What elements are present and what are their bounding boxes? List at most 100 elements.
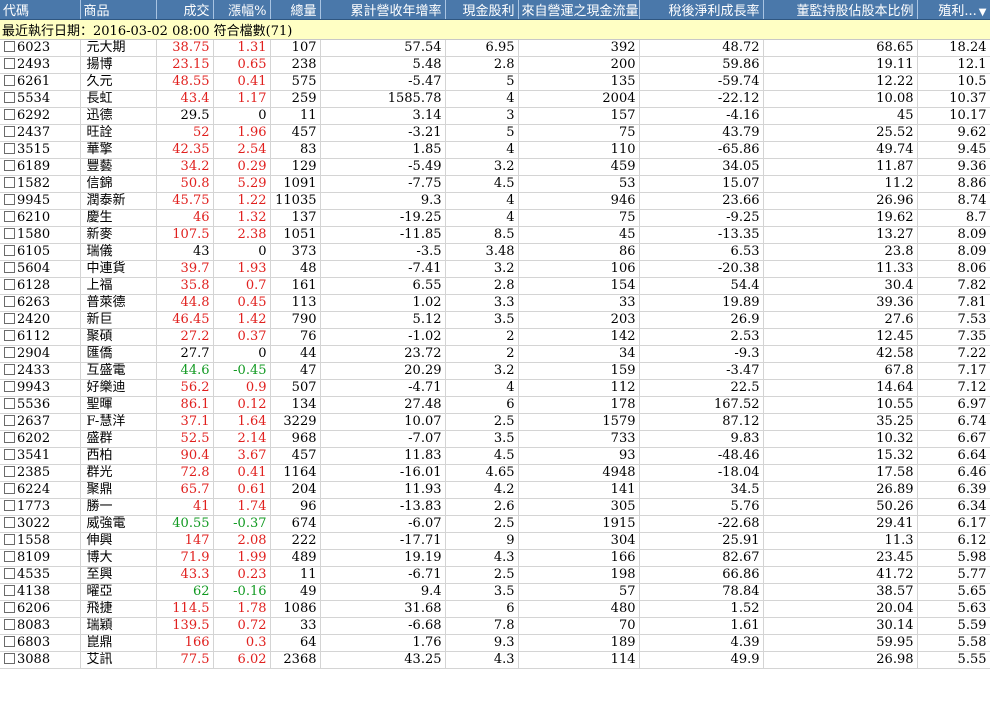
header-code[interactable]: 代碼 <box>0 0 81 20</box>
table-row[interactable]: 2904 匯僑 27.7 0 44 23.72 2 34 -9.3 42.58 7.22 <box>0 345 990 363</box>
cell-code[interactable]: 6202 <box>0 430 81 448</box>
row-checkbox[interactable] <box>4 551 15 562</box>
row-checkbox[interactable] <box>4 160 15 171</box>
table-row[interactable]: 6112 聚碩 27.2 0.37 76 -1.02 2 142 2.53 12.45 7.35 <box>0 328 990 346</box>
table-row[interactable]: 6261 久元 48.55 0.41 575 -5.47 5 135 -59.74 12.22 10… <box>0 73 990 91</box>
table-row[interactable]: 8083 瑞穎 139.5 0.72 33 -6.68 7.8 70 1.61 30.14 5.59 <box>0 617 990 635</box>
header-revenue-yoy[interactable]: 累計營收年增率 <box>320 0 446 20</box>
row-checkbox[interactable] <box>4 330 15 341</box>
table-row[interactable]: 6128 上福 35.8 0.7 161 6.55 2.8 154 54.4 30.4 7.82 <box>0 277 990 295</box>
table-row[interactable]: 2637 F-慧洋 37.1 1.64 3229 10.07 2.5 1579 87.12 35.… <box>0 413 990 431</box>
cell-code[interactable]: 6803 <box>0 634 81 652</box>
cell-code[interactable]: 8083 <box>0 617 81 635</box>
row-checkbox[interactable] <box>4 279 15 290</box>
row-checkbox[interactable] <box>4 41 15 52</box>
row-checkbox[interactable] <box>4 228 15 239</box>
row-checkbox[interactable] <box>4 381 15 392</box>
cell-code[interactable]: 6105 <box>0 243 81 261</box>
row-checkbox[interactable] <box>4 143 15 154</box>
table-row[interactable]: 5604 中連貨 39.7 1.93 48 -7.41 3.2 106 -20.38 11.33 8… <box>0 260 990 278</box>
row-checkbox[interactable] <box>4 194 15 205</box>
cell-code[interactable]: 6261 <box>0 73 81 91</box>
row-checkbox[interactable] <box>4 636 15 647</box>
cell-code[interactable]: 6023 <box>0 39 81 57</box>
cell-code[interactable]: 2420 <box>0 311 81 329</box>
table-row[interactable]: 6206 飛捷 114.5 1.78 1086 31.68 6 480 1.52 20.04 5.6… <box>0 600 990 618</box>
table-row[interactable]: 2493 揚博 23.15 0.65 238 5.48 2.8 200 59.86 19.11 12… <box>0 56 990 74</box>
cell-code[interactable]: 1558 <box>0 532 81 550</box>
cell-code[interactable]: 6112 <box>0 328 81 346</box>
row-checkbox[interactable] <box>4 398 15 409</box>
row-checkbox[interactable] <box>4 245 15 256</box>
table-row[interactable]: 6202 盛群 52.5 2.14 968 -7.07 3.5 733 9.83 10.32 6.6… <box>0 430 990 448</box>
cell-code[interactable]: 6292 <box>0 107 81 125</box>
table-row[interactable]: 9945 潤泰新 45.75 1.22 11035 9.3 4 946 23.66 26.96 8.… <box>0 192 990 210</box>
cell-code[interactable]: 2437 <box>0 124 81 142</box>
row-checkbox[interactable] <box>4 517 15 528</box>
table-row[interactable]: 4138 曜亞 62 -0.16 49 9.4 3.5 57 78.84 38.57 5.65 <box>0 583 990 601</box>
table-row[interactable]: 3541 西柏 90.4 3.67 457 11.83 4.5 93 -48.46 15.32 6.… <box>0 447 990 465</box>
row-checkbox[interactable] <box>4 568 15 579</box>
row-checkbox[interactable] <box>4 92 15 103</box>
cell-code[interactable]: 5534 <box>0 90 81 108</box>
row-checkbox[interactable] <box>4 619 15 630</box>
table-row[interactable]: 9943 好樂迪 56.2 0.9 507 -4.71 4 112 22.5 14.64 7.12 <box>0 379 990 397</box>
table-row[interactable]: 1773 勝一 41 1.74 96 -13.83 2.6 305 5.76 50.26 6.34 <box>0 498 990 516</box>
row-checkbox[interactable] <box>4 296 15 307</box>
table-row[interactable]: 2420 新巨 46.45 1.42 790 5.12 3.5 203 26.9 27.6 7.53 <box>0 311 990 329</box>
cell-code[interactable]: 3541 <box>0 447 81 465</box>
table-row[interactable]: 6803 崑鼎 166 0.3 64 1.76 9.3 189 4.39 59.95 5.58 <box>0 634 990 652</box>
header-net-income-growth[interactable]: 稅後淨利成長率 <box>639 0 764 20</box>
cell-code[interactable]: 4535 <box>0 566 81 584</box>
cell-code[interactable]: 5536 <box>0 396 81 414</box>
header-yield[interactable]: 殖利... ▼ <box>917 0 990 20</box>
cell-code[interactable]: 6189 <box>0 158 81 176</box>
row-checkbox[interactable] <box>4 109 15 120</box>
cell-code[interactable]: 3088 <box>0 651 81 669</box>
cell-code[interactable]: 1582 <box>0 175 81 193</box>
table-row[interactable]: 6292 迅德 29.5 0 11 3.14 3 157 -4.16 45 10.17 <box>0 107 990 125</box>
table-row[interactable]: 2385 群光 72.8 0.41 1164 -16.01 4.65 4948 -18.04 17… <box>0 464 990 482</box>
cell-code[interactable]: 6210 <box>0 209 81 227</box>
cell-code[interactable]: 9945 <box>0 192 81 210</box>
table-row[interactable]: 4535 至興 43.3 0.23 11 -6.71 2.5 198 66.86 41.72 5.7… <box>0 566 990 584</box>
table-row[interactable]: 6189 豐藝 34.2 0.29 129 -5.49 3.2 459 34.05 11.87 9.… <box>0 158 990 176</box>
table-row[interactable]: 6105 瑞儀 43 0 373 -3.5 3.48 86 6.53 23.8 8.09 <box>0 243 990 261</box>
row-checkbox[interactable] <box>4 466 15 477</box>
cell-code[interactable]: 2637 <box>0 413 81 431</box>
row-checkbox[interactable] <box>4 449 15 460</box>
table-row[interactable]: 3022 威強電 40.55 -0.37 674 -6.07 2.5 1915 -22.68 29… <box>0 515 990 533</box>
row-checkbox[interactable] <box>4 585 15 596</box>
row-checkbox[interactable] <box>4 75 15 86</box>
row-checkbox[interactable] <box>4 364 15 375</box>
header-change-pct[interactable]: 漲幅% <box>213 0 271 20</box>
table-row[interactable]: 6023 元大期 38.75 1.31 107 57.54 6.95 392 48.72 68.6… <box>0 39 990 57</box>
row-checkbox[interactable] <box>4 534 15 545</box>
row-checkbox[interactable] <box>4 347 15 358</box>
cell-code[interactable]: 2433 <box>0 362 81 380</box>
header-cash-dividend[interactable]: 現金股利 <box>445 0 519 20</box>
cell-code[interactable]: 2493 <box>0 56 81 74</box>
sort-desc-icon[interactable]: ▼ <box>979 7 987 18</box>
cell-code[interactable]: 4138 <box>0 583 81 601</box>
table-row[interactable]: 8109 博大 71.9 1.99 489 19.19 4.3 166 82.67 23.45 5.… <box>0 549 990 567</box>
table-row[interactable]: 3088 艾訊 77.5 6.02 2368 43.25 4.3 114 49.9 26.98 5.… <box>0 651 990 669</box>
row-checkbox[interactable] <box>4 58 15 69</box>
row-checkbox[interactable] <box>4 126 15 137</box>
cell-code[interactable]: 8109 <box>0 549 81 567</box>
header-name[interactable]: 商品 <box>80 0 157 20</box>
table-row[interactable]: 5534 長虹 43.4 1.17 259 1585.78 4 2004 -22.12 10.08… <box>0 90 990 108</box>
cell-code[interactable]: 3022 <box>0 515 81 533</box>
table-row[interactable]: 2437 旺詮 52 1.96 457 -3.21 5 75 43.79 25.52 9.62 <box>0 124 990 142</box>
cell-code[interactable]: 6224 <box>0 481 81 499</box>
row-checkbox[interactable] <box>4 432 15 443</box>
row-checkbox[interactable] <box>4 177 15 188</box>
table-row[interactable]: 6224 聚鼎 65.7 0.61 204 11.93 4.2 141 34.5 26.89 6.3… <box>0 481 990 499</box>
row-checkbox[interactable] <box>4 602 15 613</box>
cell-code[interactable]: 6206 <box>0 600 81 618</box>
cell-code[interactable]: 3515 <box>0 141 81 159</box>
cell-code[interactable]: 2385 <box>0 464 81 482</box>
table-row[interactable]: 1558 伸興 147 2.08 222 -17.71 9 304 25.91 11.3 6.12 <box>0 532 990 550</box>
row-checkbox[interactable] <box>4 262 15 273</box>
cell-code[interactable]: 6263 <box>0 294 81 312</box>
